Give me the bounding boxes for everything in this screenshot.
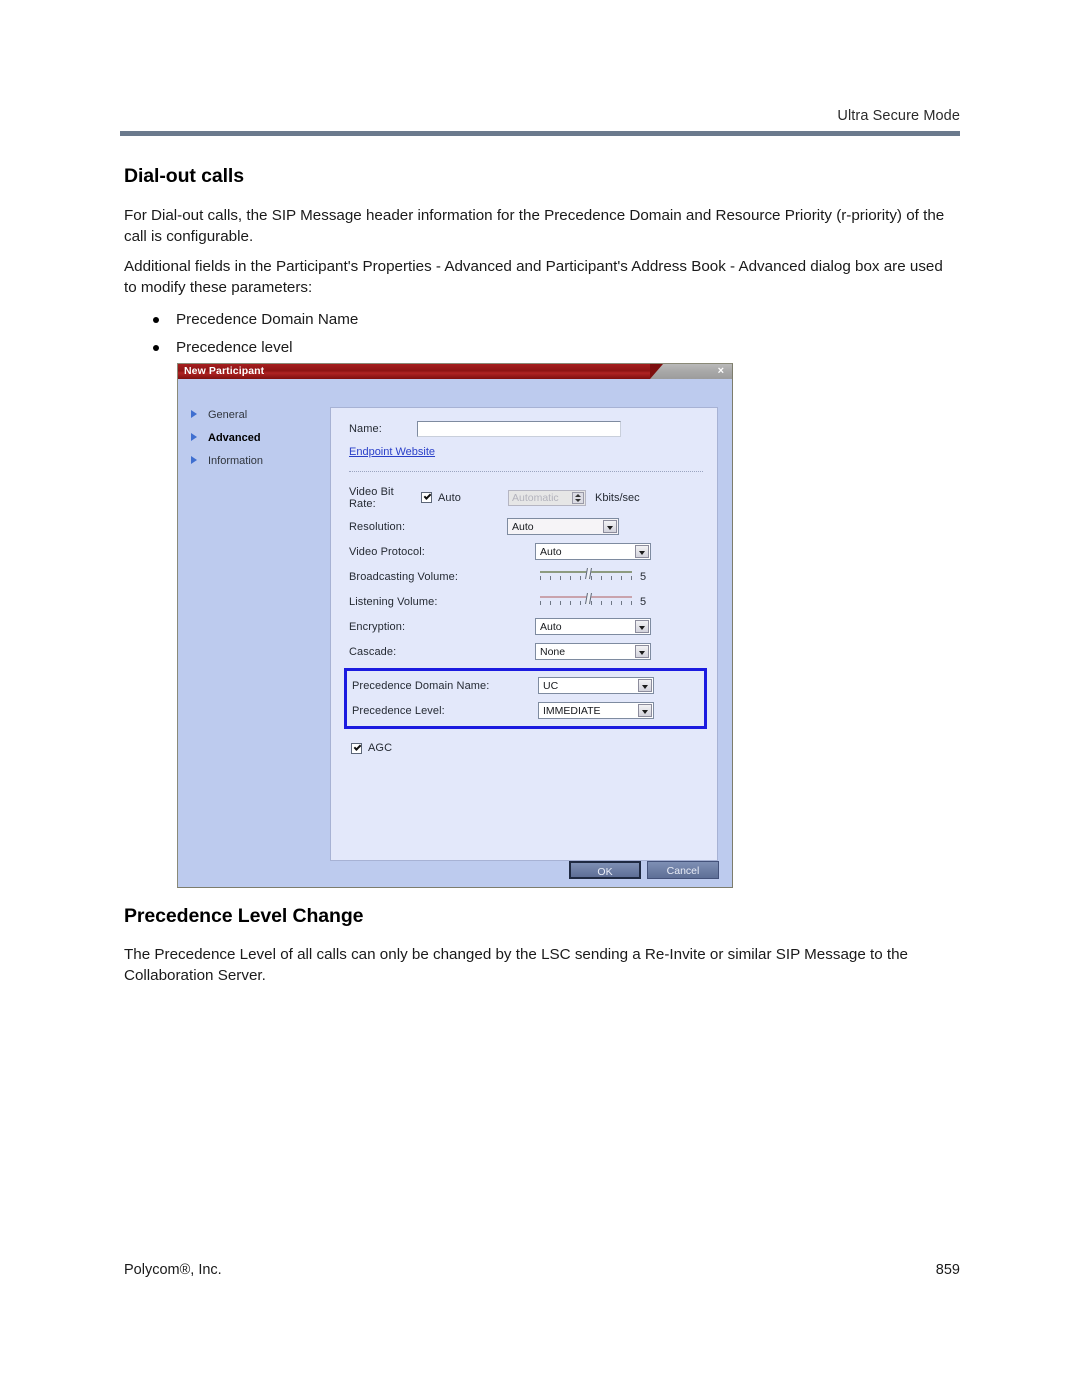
- broadcasting-volume-value: 5: [640, 570, 647, 583]
- listening-volume-slider[interactable]: [540, 592, 635, 612]
- precedence-level-value: IMMEDIATE: [543, 705, 601, 717]
- sidebar-item-general[interactable]: General: [178, 409, 330, 432]
- section-title-precedence-level-change: Precedence Level Change: [124, 905, 364, 927]
- precedence-domain-select[interactable]: UC: [538, 677, 654, 694]
- list-item: Precedence level: [150, 334, 850, 362]
- auto-bitrate-checkbox[interactable]: [421, 492, 432, 503]
- cascade-row: Cascade: None: [349, 639, 717, 664]
- bullet-label: Precedence level: [176, 339, 293, 356]
- encryption-value: Auto: [540, 621, 562, 633]
- chevron-down-icon[interactable]: [635, 545, 649, 558]
- header-rule: [120, 131, 960, 136]
- listening-volume-label: Listening Volume:: [349, 595, 438, 608]
- precedence-level-label: Precedence Level:: [352, 704, 445, 717]
- dialog-button-bar: OK Cancel: [569, 861, 719, 879]
- bitrate-stepper[interactable]: Automatic: [508, 489, 586, 506]
- cancel-button[interactable]: Cancel: [647, 861, 719, 879]
- sidebar-item-label: General: [208, 409, 248, 421]
- name-label: Name:: [349, 423, 382, 435]
- footer-company: Polycom®, Inc.: [124, 1262, 222, 1278]
- agc-checkbox[interactable]: [351, 742, 362, 754]
- chevron-right-icon: [191, 433, 197, 441]
- video-bit-rate-label: Video Bit Rate:: [349, 485, 394, 510]
- broadcasting-volume-row: Broadcasting Volume: 5: [349, 564, 717, 589]
- stepper-arrows-icon[interactable]: [572, 491, 584, 504]
- encryption-row: Encryption: Auto: [349, 614, 717, 639]
- resolution-label: Resolution:: [349, 520, 406, 533]
- bullet-dot-icon: [153, 345, 159, 351]
- dialog-nav: General Advanced Information: [178, 379, 330, 478]
- name-input[interactable]: [417, 421, 621, 437]
- agc-row: AGC: [351, 742, 717, 754]
- bitrate-unit-label: Kbits/sec: [595, 491, 640, 504]
- dialog-titlebar: New Participant ×: [178, 364, 732, 379]
- name-row: Name:: [349, 421, 717, 437]
- chevron-right-icon: [191, 456, 197, 464]
- video-protocol-select[interactable]: Auto: [535, 543, 651, 560]
- cascade-label: Cascade:: [349, 645, 397, 658]
- bullet-dot-icon: [153, 317, 159, 323]
- cascade-value: None: [540, 646, 566, 658]
- bitrate-value: Automatic: [512, 491, 559, 504]
- chevron-down-icon[interactable]: [603, 520, 617, 533]
- chevron-down-icon[interactable]: [635, 620, 649, 633]
- video-protocol-row: Video Protocol: Auto: [349, 539, 717, 564]
- ok-button[interactable]: OK: [569, 861, 641, 879]
- resolution-select[interactable]: Auto: [507, 518, 619, 535]
- precedence-domain-row: Precedence Domain Name: UC: [352, 673, 704, 698]
- broadcasting-volume-label: Broadcasting Volume:: [349, 570, 459, 583]
- video-bit-rate-row: Video Bit Rate: Auto Automatic Kbits/sec: [349, 485, 717, 510]
- resolution-row: Resolution: Auto: [349, 514, 717, 539]
- video-protocol-value: Auto: [540, 546, 562, 558]
- page-header: Ultra Secure Mode: [120, 108, 960, 136]
- paragraph-precedence-level-change: The Precedence Level of all calls can on…: [124, 946, 909, 984]
- dialog-title: New Participant: [184, 365, 265, 377]
- paragraph-intro: For Dial-out calls, the SIP Message head…: [124, 207, 945, 245]
- sidebar-item-label: Information: [208, 455, 264, 467]
- cascade-select[interactable]: None: [535, 643, 651, 660]
- list-item: Precedence Domain Name: [150, 306, 850, 334]
- sidebar-item-label: Advanced: [208, 432, 261, 444]
- chevron-down-icon[interactable]: [638, 704, 652, 717]
- precedence-highlight-box: Precedence Domain Name: UC Precedence Le…: [344, 668, 707, 729]
- encryption-select[interactable]: Auto: [535, 618, 651, 635]
- footer-page-number: 859: [935, 1262, 960, 1278]
- bullet-label: Precedence Domain Name: [176, 311, 359, 328]
- video-protocol-label: Video Protocol:: [349, 545, 425, 558]
- listening-volume-value: 5: [640, 595, 647, 608]
- chevron-down-icon[interactable]: [635, 645, 649, 658]
- sidebar-item-information[interactable]: Information: [178, 455, 330, 478]
- resolution-value: Auto: [512, 521, 534, 533]
- encryption-label: Encryption:: [349, 620, 406, 633]
- running-head: Ultra Secure Mode: [837, 108, 960, 124]
- close-icon[interactable]: ×: [718, 364, 724, 379]
- paragraph-additional-fields: Additional fields in the Participant's P…: [124, 258, 943, 296]
- precedence-domain-label: Precedence Domain Name:: [352, 679, 490, 692]
- dialog-body: General Advanced Information Name: Endpo…: [178, 379, 732, 887]
- page-title: Dial-out calls: [124, 165, 244, 187]
- precedence-level-select[interactable]: IMMEDIATE: [538, 702, 654, 719]
- precedence-level-row: Precedence Level: IMMEDIATE: [352, 698, 704, 723]
- advanced-panel: Name: Endpoint Website Video Bit Rate: A…: [330, 407, 718, 861]
- precedence-domain-value: UC: [543, 680, 559, 692]
- broadcasting-volume-slider[interactable]: [540, 567, 635, 587]
- new-participant-dialog: New Participant × General Advanced Infor…: [177, 363, 733, 888]
- endpoint-website-link[interactable]: Endpoint Website: [349, 446, 717, 458]
- chevron-down-icon[interactable]: [638, 679, 652, 692]
- sidebar-item-advanced[interactable]: Advanced: [178, 432, 330, 455]
- bullet-list: Precedence Domain Name Precedence level: [150, 306, 850, 362]
- chevron-right-icon: [191, 410, 197, 418]
- panel-divider: [349, 471, 703, 472]
- auto-checkbox-label: Auto: [438, 491, 462, 504]
- page-footer: Polycom®, Inc. 859: [124, 1262, 960, 1278]
- listening-volume-row: Listening Volume: 5: [349, 589, 717, 614]
- agc-label: AGC: [368, 742, 393, 754]
